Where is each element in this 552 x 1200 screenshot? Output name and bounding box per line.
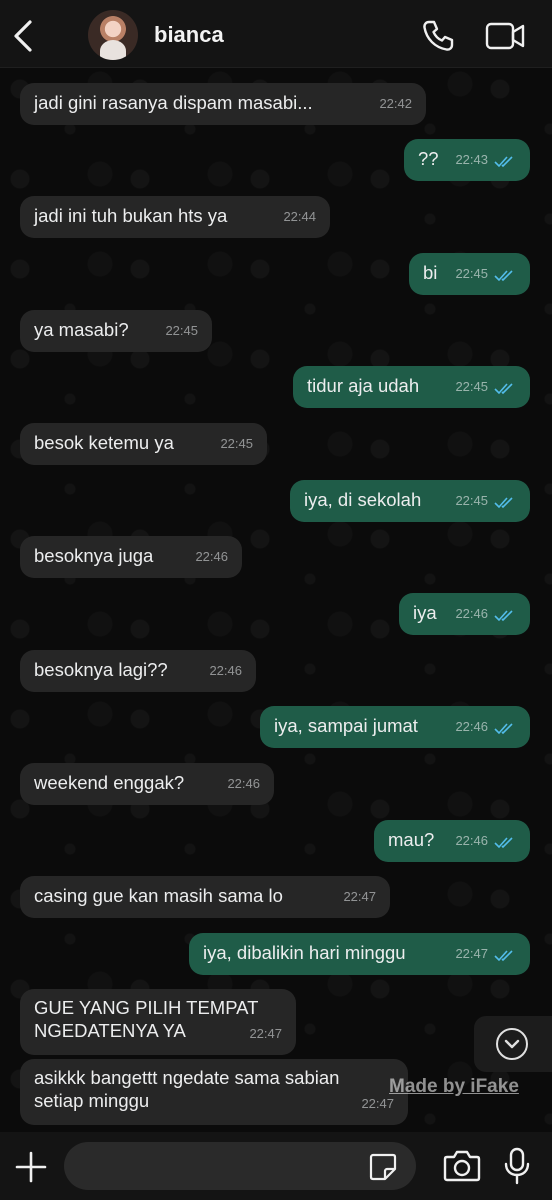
message-timestamp: 22:45 (455, 379, 488, 394)
message-timestamp: 22:45 (455, 266, 488, 281)
video-camera-icon[interactable] (484, 20, 526, 52)
incoming-message[interactable]: besok ketemu ya 22:45 (20, 423, 267, 465)
message-timestamp: 22:42 (379, 96, 412, 111)
plus-icon[interactable] (14, 1150, 48, 1184)
chevron-left-icon[interactable] (8, 16, 40, 56)
message-timestamp: 22:46 (195, 549, 228, 564)
sticker-icon[interactable] (368, 1152, 398, 1182)
message-timestamp: 22:43 (455, 152, 488, 167)
message-input[interactable] (64, 1142, 416, 1190)
message-text: besok ketemu ya (34, 432, 174, 453)
message-text: mau? (388, 829, 435, 850)
incoming-message[interactable]: jadi gini rasanya dispam masabi... 22:42 (20, 83, 426, 125)
double-check-icon (494, 156, 513, 168)
outgoing-message[interactable]: mau? 22:46 (374, 820, 530, 862)
phone-icon[interactable] (420, 18, 456, 54)
message-timestamp: 22:47 (249, 1026, 282, 1041)
message-text: bi (423, 262, 438, 283)
message-timestamp: 22:46 (209, 663, 242, 678)
message-text: jadi gini rasanya dispam masabi... (34, 92, 313, 113)
double-check-icon (494, 950, 513, 962)
message-text: iya, sampai jumat (274, 715, 418, 736)
message-text: casing gue kan masih sama lo (34, 885, 283, 906)
incoming-message[interactable]: besoknya juga 22:46 (20, 536, 242, 578)
chat-header: bianca (0, 0, 552, 68)
double-check-icon (494, 610, 513, 622)
message-text: asikkk bangettt ngedate sama sabian (34, 1067, 340, 1088)
message-text: ?? (418, 148, 439, 169)
message-timestamp: 22:44 (283, 209, 316, 224)
outgoing-message[interactable]: iya 22:46 (399, 593, 530, 635)
incoming-message[interactable]: asikkk bangettt ngedate sama sabian setia… (20, 1059, 408, 1125)
double-check-icon (494, 497, 513, 509)
incoming-message[interactable]: GUE YANG PILIH TEMPAT NGEDATENYA YA 22:47 (20, 989, 296, 1055)
incoming-message[interactable]: casing gue kan masih sama lo 22:47 (20, 876, 390, 918)
scroll-to-bottom-button[interactable] (474, 1016, 552, 1072)
chat-area[interactable]: jadi gini rasanya dispam masabi... 22:42?… (0, 69, 552, 1132)
message-text: iya, dibalikin hari minggu (203, 942, 406, 963)
message-timestamp: 22:45 (165, 323, 198, 338)
message-timestamp: 22:47 (343, 889, 376, 904)
message-timestamp: 22:46 (455, 606, 488, 621)
message-text: ya masabi? (34, 319, 129, 340)
microphone-icon[interactable] (502, 1146, 532, 1186)
message-text: besoknya lagi?? (34, 659, 168, 680)
outgoing-message[interactable]: tidur aja udah 22:45 (293, 366, 530, 408)
contact-name[interactable]: bianca (154, 22, 224, 48)
message-text: besoknya juga (34, 545, 154, 566)
message-text: setiap minggu (34, 1090, 150, 1111)
outgoing-message[interactable]: ?? 22:43 (404, 139, 530, 181)
double-check-icon (494, 837, 513, 849)
message-timestamp: 22:45 (220, 436, 253, 451)
outgoing-message[interactable]: bi 22:45 (409, 253, 530, 295)
double-check-icon (494, 270, 513, 282)
message-timestamp: 22:45 (455, 493, 488, 508)
message-text: iya (413, 602, 437, 623)
message-timestamp: 22:47 (455, 946, 488, 961)
avatar[interactable] (88, 10, 138, 60)
message-timestamp: 22:46 (455, 719, 488, 734)
message-text: tidur aja udah (307, 375, 420, 396)
incoming-message[interactable]: besoknya lagi?? 22:46 (20, 650, 256, 692)
double-check-icon (494, 723, 513, 735)
composer-bar (0, 1132, 552, 1200)
watermark: Made by iFake (389, 1076, 519, 1097)
outgoing-message[interactable]: iya, sampai jumat 22:46 (260, 706, 530, 748)
chevron-down-circle-icon (496, 1028, 528, 1060)
message-timestamp: 22:46 (455, 833, 488, 848)
outgoing-message[interactable]: iya, di sekolah 22:45 (290, 480, 530, 522)
message-timestamp: 22:46 (227, 776, 260, 791)
message-text: NGEDATENYA YA (34, 1020, 186, 1041)
outgoing-message[interactable]: iya, dibalikin hari minggu 22:47 (189, 933, 530, 975)
incoming-message[interactable]: ya masabi? 22:45 (20, 310, 212, 352)
message-text: iya, di sekolah (304, 489, 422, 510)
double-check-icon (494, 383, 513, 395)
message-text: GUE YANG PILIH TEMPAT (34, 997, 259, 1018)
incoming-message[interactable]: jadi ini tuh bukan hts ya 22:44 (20, 196, 330, 238)
incoming-message[interactable]: weekend enggak? 22:46 (20, 763, 274, 805)
message-text: weekend enggak? (34, 772, 185, 793)
camera-icon[interactable] (442, 1148, 482, 1184)
message-text: jadi ini tuh bukan hts ya (34, 205, 228, 226)
